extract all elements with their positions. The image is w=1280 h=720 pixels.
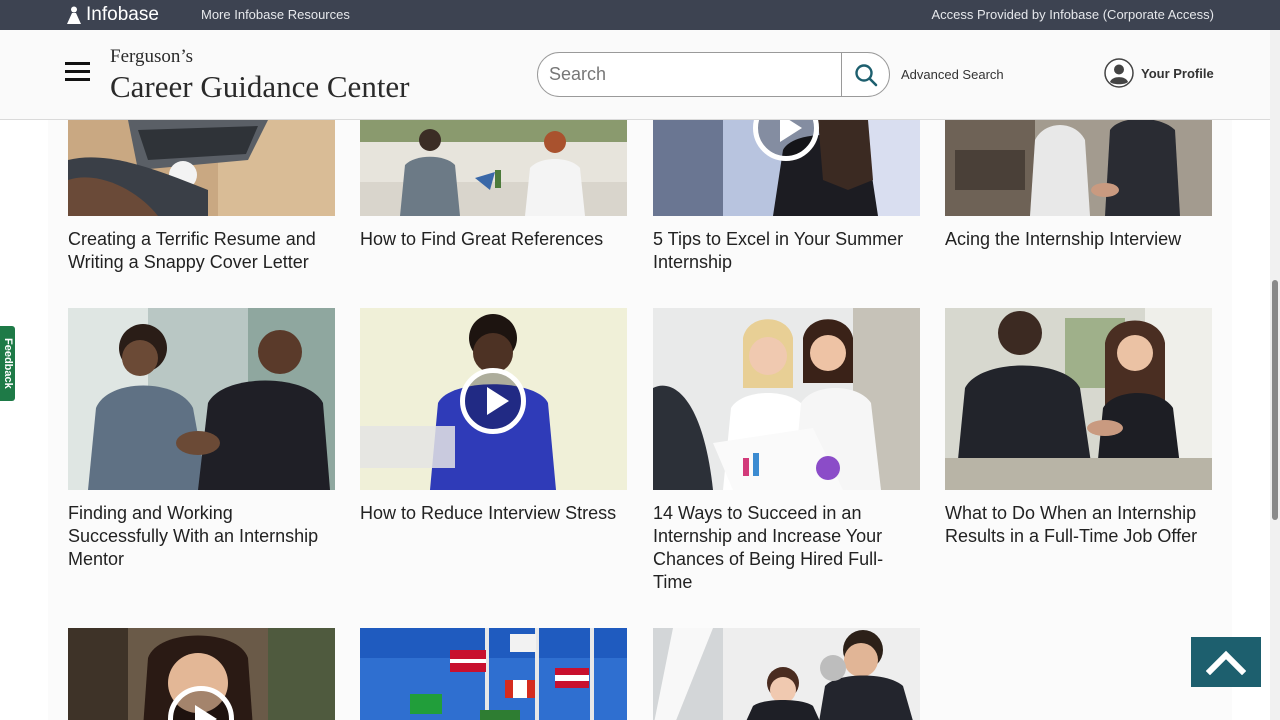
search-icon: [854, 63, 877, 86]
card-title: Creating a Terrific Resume and Writing a…: [68, 229, 316, 272]
your-profile-button[interactable]: Your Profile: [1104, 58, 1214, 88]
card-thumbnail: [945, 120, 1212, 216]
card-thumbnail: [360, 628, 627, 720]
card-thumbnail: [945, 308, 1212, 490]
card-title: How to Reduce Interview Stress: [360, 503, 617, 523]
infobase-logo-icon: [67, 6, 81, 24]
more-infobase-resources-link[interactable]: More Infobase Resources: [201, 7, 350, 22]
content-card[interactable]: What to Do When an Internship Results in…: [945, 308, 1212, 548]
site-header: Ferguson’s Career Guidance Center Advanc…: [0, 30, 1270, 120]
card-title: 14 Ways to Succeed in an Internship and …: [653, 503, 884, 592]
content-card[interactable]: 14 Ways to Succeed in an Internship and …: [653, 308, 920, 594]
back-to-top-button[interactable]: [1191, 637, 1261, 687]
feedback-tab[interactable]: Feedback: [0, 326, 15, 401]
infobase-logo[interactable]: Infobase: [66, 4, 159, 26]
access-provided-text: Access Provided by Infobase (Corporate A…: [931, 7, 1214, 22]
card-thumbnail: [653, 628, 920, 720]
card-thumbnail: [360, 308, 627, 490]
card-thumbnail: [68, 120, 335, 216]
content-card[interactable]: Acing the Internship Interview: [945, 120, 1212, 251]
search-box: [537, 52, 890, 97]
card-thumbnail: [68, 308, 335, 490]
card-thumbnail: [653, 120, 920, 216]
site-brand[interactable]: Ferguson’s Career Guidance Center: [110, 46, 410, 105]
content-card[interactable]: How to Reduce Interview Stress: [360, 308, 627, 525]
play-video-icon[interactable]: [460, 368, 526, 434]
content-card[interactable]: [360, 628, 627, 720]
page-scrollbar[interactable]: [1270, 30, 1280, 720]
content-card[interactable]: How to Find Great References: [360, 120, 627, 251]
content-grid: Creating a Terrific Resume and Writing a…: [48, 120, 1232, 720]
card-title: What to Do When an Internship Results in…: [945, 503, 1198, 546]
hamburger-menu-icon[interactable]: [64, 60, 91, 84]
search-button[interactable]: [841, 53, 889, 96]
content-card[interactable]: [68, 628, 335, 720]
content-card[interactable]: Finding and Working Successfully With an…: [68, 308, 335, 571]
card-title: Acing the Internship Interview: [945, 229, 1182, 249]
infobase-logo-text: Infobase: [86, 4, 159, 25]
brand-line-1: Ferguson’s: [110, 46, 194, 67]
card-title: How to Find Great References: [360, 229, 604, 249]
infobase-top-bar: Infobase More Infobase Resources Access …: [0, 0, 1280, 30]
content-card[interactable]: Creating a Terrific Resume and Writing a…: [68, 120, 335, 274]
content-card[interactable]: 5 Tips to Excel in Your Summer Internshi…: [653, 120, 920, 274]
search-input[interactable]: [538, 53, 841, 96]
brand-line-2: Career Guidance Center: [110, 69, 410, 104]
scrollbar-thumb[interactable]: [1272, 280, 1278, 520]
card-title: Finding and Working Successfully With an…: [68, 503, 319, 569]
card-thumbnail: [68, 628, 335, 720]
content-card[interactable]: [653, 628, 920, 720]
advanced-search-link[interactable]: Advanced Search: [901, 67, 1004, 82]
card-thumbnail: [653, 308, 920, 490]
chevron-up-icon: [1206, 650, 1246, 675]
card-thumbnail: [360, 120, 627, 216]
your-profile-label: Your Profile: [1141, 65, 1214, 81]
card-title: 5 Tips to Excel in Your Summer Internshi…: [653, 229, 904, 272]
user-avatar-icon: [1104, 58, 1134, 88]
